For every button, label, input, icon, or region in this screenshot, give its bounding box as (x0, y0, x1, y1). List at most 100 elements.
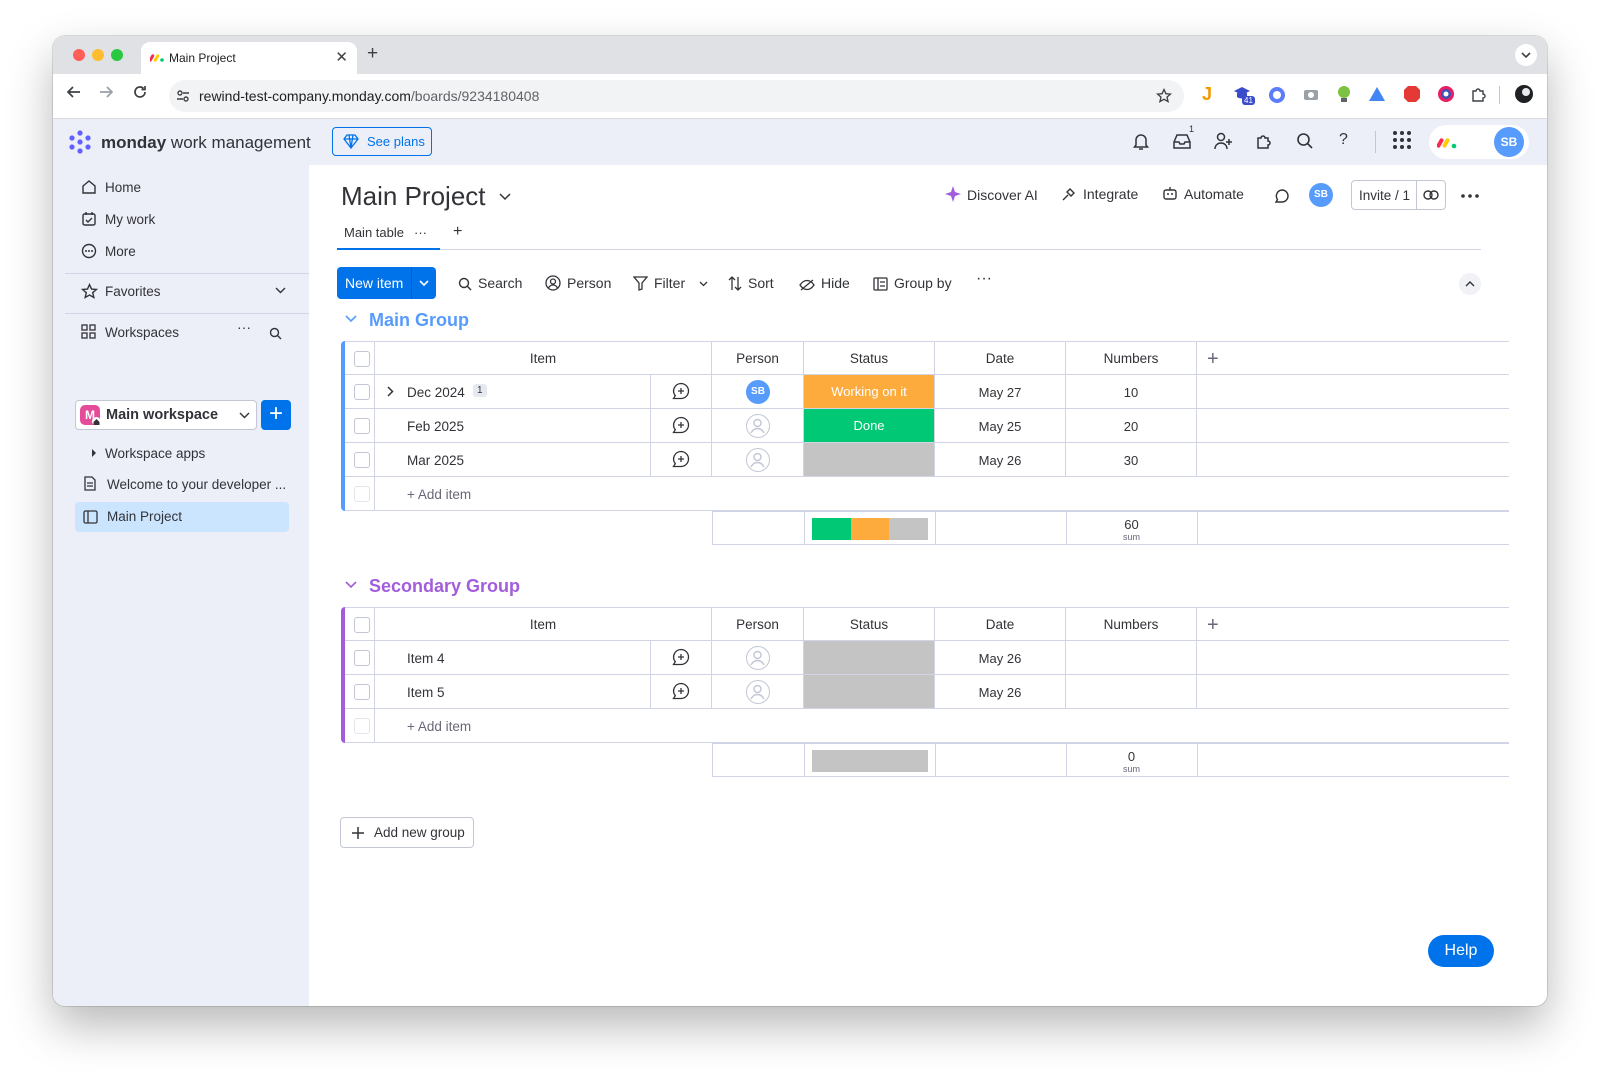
workspace-selector[interactable]: M Main workspace (75, 400, 257, 430)
profile-avatar-icon[interactable] (1514, 84, 1534, 104)
status-cell[interactable]: Done (804, 409, 935, 442)
add-column-icon[interactable]: + (1207, 614, 1219, 637)
numbers-cell[interactable] (1066, 675, 1197, 708)
tab-more-icon[interactable]: ··· (414, 225, 427, 240)
inbox-icon[interactable] (1172, 132, 1192, 150)
row-checkbox[interactable] (354, 684, 370, 700)
date-cell[interactable]: May 26 (935, 675, 1066, 708)
select-all-checkbox[interactable] (354, 351, 370, 367)
person-cell[interactable] (712, 641, 804, 674)
hide-tool[interactable]: Hide (799, 275, 850, 291)
column-header-numbers[interactable]: Numbers (1066, 342, 1197, 374)
workspaces-more-icon[interactable]: ··· (237, 319, 251, 335)
maximize-window-button[interactable] (111, 49, 123, 61)
item-name-cell[interactable]: Mar 2025 (375, 443, 712, 476)
item-name-cell[interactable]: Item 5 (375, 675, 712, 708)
new-tab-icon[interactable]: + (367, 43, 378, 65)
column-header-numbers[interactable]: Numbers (1066, 608, 1197, 640)
monday-logo-icon[interactable] (67, 129, 93, 155)
extension-drive-icon[interactable] (1368, 86, 1386, 102)
chevron-down-icon[interactable] (419, 280, 429, 286)
date-cell[interactable]: May 27 (935, 375, 1066, 408)
collapse-group-chevron-icon[interactable] (345, 581, 357, 589)
status-cell[interactable] (804, 443, 935, 476)
tab-main-table[interactable]: Main table ··· (344, 225, 427, 240)
close-window-button[interactable] (73, 49, 85, 61)
search-tool[interactable]: Search (458, 275, 522, 291)
column-header-item[interactable]: Item (375, 608, 712, 640)
updates-chat-icon[interactable] (1274, 188, 1290, 204)
status-cell[interactable]: Working on it (804, 375, 935, 408)
add-update-icon[interactable] (672, 416, 690, 434)
extension-bulb-icon[interactable] (1337, 85, 1351, 103)
discover-ai-button[interactable]: Discover AI (945, 186, 1038, 203)
numbers-cell[interactable]: 30 (1066, 443, 1197, 476)
board-title[interactable]: Main Project (341, 181, 511, 212)
column-header-person[interactable]: Person (712, 608, 804, 640)
sidebar-item-main-project[interactable]: Main Project (75, 502, 289, 532)
numbers-cell[interactable]: 20 (1066, 409, 1197, 442)
minimize-window-button[interactable] (92, 49, 104, 61)
person-cell[interactable]: SB (712, 375, 804, 408)
new-item-button[interactable]: New item (337, 267, 436, 299)
column-header-status[interactable]: Status (804, 342, 935, 374)
status-cell[interactable] (804, 641, 935, 674)
see-plans-button[interactable]: See plans (332, 127, 432, 156)
help-button[interactable]: Help (1428, 935, 1494, 967)
bookmark-star-icon[interactable] (1156, 88, 1172, 104)
forward-arrow-icon[interactable] (98, 84, 114, 100)
group-by-tool[interactable]: Group by (873, 275, 952, 291)
filter-tool[interactable]: Filter (633, 275, 714, 291)
column-header-date[interactable]: Date (935, 342, 1066, 374)
board-more-icon[interactable] (1461, 194, 1479, 198)
column-header-status[interactable]: Status (804, 608, 935, 640)
notifications-bell-icon[interactable] (1132, 132, 1150, 151)
group-title[interactable]: Secondary Group (345, 576, 520, 597)
group-title[interactable]: Main Group (345, 310, 469, 331)
board-owner-avatar[interactable]: SB (1309, 183, 1333, 207)
workspace-search-icon[interactable] (269, 327, 282, 340)
item-name-cell[interactable]: Feb 2025 (375, 409, 712, 442)
status-cell[interactable] (804, 675, 935, 708)
numbers-cell[interactable]: 10 (1066, 375, 1197, 408)
row-checkbox[interactable] (354, 418, 370, 434)
tab-search-button[interactable] (1515, 44, 1537, 66)
apps-grid-icon[interactable] (1392, 130, 1412, 150)
extension-adblock-icon[interactable] (1403, 85, 1421, 103)
person-cell[interactable] (712, 409, 804, 442)
user-avatar[interactable]: SB (1494, 127, 1524, 157)
add-view-icon[interactable]: + (453, 223, 462, 241)
column-header-item[interactable]: Item (375, 342, 712, 374)
extension-camera-icon[interactable] (1303, 87, 1319, 101)
item-name-cell[interactable]: Dec 2024 1 (375, 375, 712, 408)
collapse-toolbar-button[interactable] (1459, 273, 1481, 295)
add-update-icon[interactable] (672, 450, 690, 468)
close-tab-icon[interactable]: ✕ (335, 48, 348, 66)
automate-button[interactable]: Automate (1162, 186, 1244, 202)
add-to-workspace-button[interactable]: + (261, 400, 291, 430)
expand-subitems-chevron-icon[interactable] (387, 386, 394, 397)
select-all-checkbox[interactable] (354, 617, 370, 633)
add-update-icon[interactable] (672, 648, 690, 666)
add-update-icon[interactable] (672, 682, 690, 700)
reload-icon[interactable] (132, 84, 148, 100)
column-header-date[interactable]: Date (935, 608, 1066, 640)
help-question-icon[interactable]: ? (1339, 131, 1348, 149)
row-checkbox[interactable] (354, 452, 370, 468)
person-cell[interactable] (712, 675, 804, 708)
date-cell[interactable]: May 26 (935, 641, 1066, 674)
add-item-input[interactable]: + Add item (407, 719, 471, 734)
person-filter-tool[interactable]: Person (545, 275, 611, 291)
site-settings-icon[interactable] (176, 89, 190, 103)
sort-tool[interactable]: Sort (728, 275, 774, 291)
collapse-group-chevron-icon[interactable] (345, 315, 357, 323)
date-cell[interactable]: May 26 (935, 443, 1066, 476)
integrate-button[interactable]: Integrate (1062, 186, 1138, 202)
row-checkbox[interactable] (354, 384, 370, 400)
back-arrow-icon[interactable] (66, 84, 82, 100)
search-icon[interactable] (1296, 132, 1314, 150)
add-item-input[interactable]: + Add item (407, 487, 471, 502)
date-cell[interactable]: May 25 (935, 409, 1066, 442)
item-name-cell[interactable]: Item 4 (375, 641, 712, 674)
invite-member-icon[interactable] (1214, 132, 1233, 150)
